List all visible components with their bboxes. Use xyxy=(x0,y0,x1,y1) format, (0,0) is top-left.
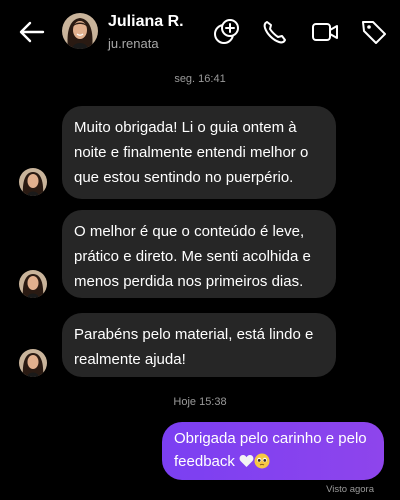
contact-avatar-small[interactable] xyxy=(19,168,47,196)
white-heart-icon xyxy=(239,450,254,472)
message-text-line: feedback xyxy=(174,450,372,473)
back-arrow-icon[interactable] xyxy=(18,18,46,46)
contact-name[interactable]: Juliana R. xyxy=(108,13,184,31)
video-call-icon[interactable] xyxy=(311,18,339,46)
timestamp: Hoje 15:38 xyxy=(173,396,227,408)
outgoing-message[interactable]: Obrigada pelo carinho e pelo feedback xyxy=(162,422,384,480)
message-text: O melhor é que o conteúdo é leve, prátic… xyxy=(74,223,311,290)
message-text: Muito obrigada! Li o guia ontem à noite … xyxy=(74,119,309,186)
phone-icon[interactable] xyxy=(261,18,289,46)
incoming-message[interactable]: O melhor é que o conteúdo é leve, prátic… xyxy=(62,210,336,298)
add-friend-icon[interactable] xyxy=(212,18,240,46)
incoming-message[interactable]: Parabéns pelo material, está lindo e rea… xyxy=(62,313,336,377)
contact-avatar-small[interactable] xyxy=(19,349,47,377)
message-text-line: Obrigada pelo carinho e pelo xyxy=(174,430,367,447)
chat-header: Juliana R. ju.renata xyxy=(0,0,400,62)
contact-avatar[interactable] xyxy=(62,13,98,49)
seen-status: Visto agora xyxy=(326,484,374,495)
pleading-face-icon xyxy=(254,453,270,469)
contact-username[interactable]: ju.renata xyxy=(108,36,159,51)
message-text: Parabéns pelo material, está lindo e rea… xyxy=(74,326,314,368)
tag-icon[interactable] xyxy=(360,18,388,46)
contact-avatar-small[interactable] xyxy=(19,270,47,298)
incoming-message[interactable]: Muito obrigada! Li o guia ontem à noite … xyxy=(62,106,336,199)
timestamp: seg. 16:41 xyxy=(174,73,226,85)
